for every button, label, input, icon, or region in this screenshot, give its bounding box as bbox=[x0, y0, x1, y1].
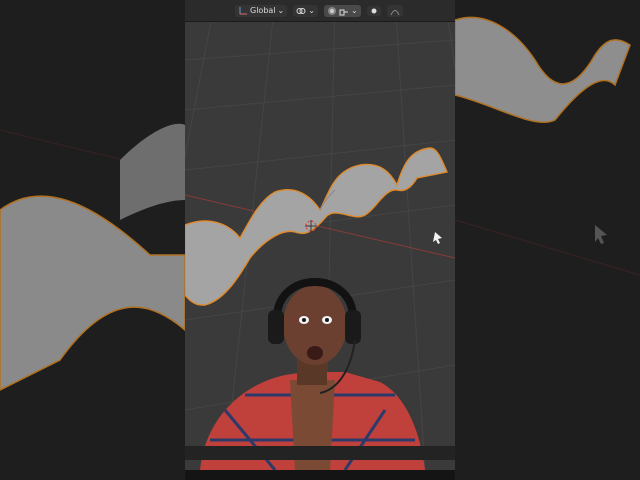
3d-viewport[interactable] bbox=[185, 0, 455, 470]
proportional-edit-button[interactable]: ⌄ bbox=[323, 4, 361, 17]
snap-target-icon bbox=[339, 6, 349, 16]
overlay-toggle-button[interactable] bbox=[366, 5, 381, 16]
left-blurred-panel bbox=[0, 0, 185, 480]
curve-icon bbox=[390, 6, 400, 16]
snap-link-button[interactable]: ⌄ bbox=[293, 4, 318, 17]
curve-falloff-button[interactable] bbox=[386, 4, 403, 17]
transform-orientation-icon bbox=[238, 6, 248, 16]
right-blurred-scene bbox=[455, 0, 640, 480]
proportional-edit-icon bbox=[327, 6, 337, 16]
transform-orientation-label: Global bbox=[250, 6, 276, 15]
snap-link-icon bbox=[296, 6, 306, 16]
chevron-down-icon: ⌄ bbox=[277, 6, 285, 15]
right-blurred-panel bbox=[455, 0, 640, 480]
viewport-scene[interactable] bbox=[185, 0, 455, 470]
transform-orientation-dropdown[interactable]: Global ⌄ bbox=[235, 4, 288, 17]
chevron-down-icon: ⌄ bbox=[308, 6, 315, 15]
chevron-down-icon: ⌄ bbox=[350, 6, 358, 15]
status-bar bbox=[185, 446, 455, 460]
viewport-header-toolbar: Global ⌄ ⌄ ⌄ bbox=[185, 0, 455, 22]
left-blurred-scene bbox=[0, 0, 185, 480]
overlay-dot-icon bbox=[370, 7, 378, 15]
